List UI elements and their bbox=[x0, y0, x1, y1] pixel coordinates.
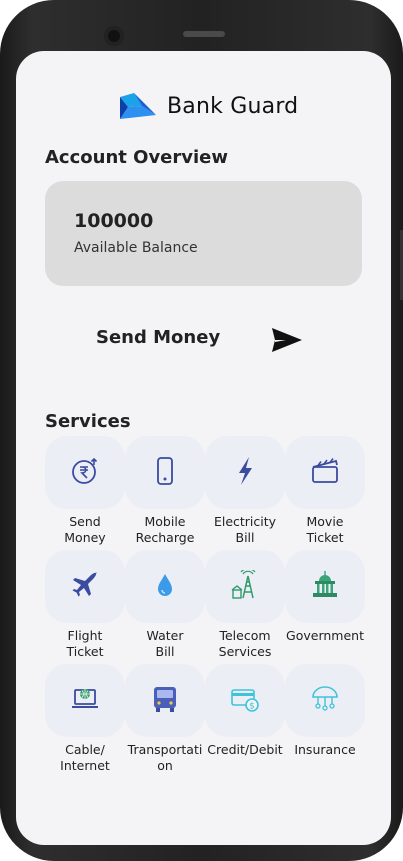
service-water-bill[interactable]: Water Bill bbox=[125, 550, 205, 660]
service-electricity-bill[interactable]: Electricity Bill bbox=[205, 436, 285, 546]
earpiece-speaker bbox=[183, 31, 225, 37]
service-label: Flight Ticket bbox=[66, 628, 104, 659]
service-mobile-recharge[interactable]: Mobile Recharge bbox=[125, 436, 205, 546]
service-telecom-services[interactable]: Telecom Services bbox=[205, 550, 285, 660]
service-label: Cable/ Internet bbox=[60, 742, 110, 773]
service-cable-internet[interactable]: Cable/ Internet bbox=[45, 664, 125, 774]
send-icon[interactable] bbox=[272, 327, 302, 353]
service-label: Electricity Bill bbox=[213, 514, 277, 545]
balance-amount: 100000 bbox=[74, 210, 154, 232]
service-government[interactable]: Government bbox=[285, 550, 365, 660]
service-label: Insurance bbox=[294, 742, 356, 757]
app-screen: Bank Guard Account Overview 100000 Avail… bbox=[16, 51, 391, 845]
service-label: Movie Ticket bbox=[306, 514, 344, 545]
front-camera bbox=[104, 26, 124, 46]
balance-label: Available Balance bbox=[74, 240, 198, 256]
credit-card-icon: $ bbox=[231, 689, 259, 712]
service-label: Mobile Recharge bbox=[135, 514, 195, 545]
airplane-icon bbox=[72, 572, 97, 597]
government-building-icon bbox=[313, 571, 337, 597]
service-transportation[interactable]: Transportati on bbox=[125, 664, 205, 774]
service-label: Credit/Debit bbox=[207, 742, 283, 757]
service-movie-ticket[interactable]: Movie Ticket bbox=[285, 436, 365, 546]
service-label: Water Bill bbox=[146, 628, 184, 659]
smartphone-icon bbox=[157, 457, 173, 485]
telecom-tower-icon bbox=[231, 570, 256, 599]
service-credit-debit[interactable]: $ Credit/Debit bbox=[205, 664, 285, 774]
clapperboard-icon bbox=[312, 458, 338, 483]
service-insurance[interactable]: Insurance bbox=[285, 664, 365, 774]
water-drop-icon bbox=[158, 574, 172, 596]
send-money-label: Send Money bbox=[96, 327, 221, 348]
rupee-transfer-icon bbox=[72, 457, 98, 484]
account-overview-title: Account Overview bbox=[45, 147, 228, 168]
service-send-money[interactable]: Send Money bbox=[45, 436, 125, 546]
service-label: Transportati on bbox=[127, 742, 203, 773]
service-label: Telecom Services bbox=[218, 628, 272, 659]
phone-frame: Bank Guard Account Overview 100000 Avail… bbox=[0, 0, 403, 861]
balance-card: 100000 Available Balance bbox=[45, 181, 362, 286]
lightning-icon bbox=[239, 457, 252, 485]
service-label: Government bbox=[286, 628, 364, 643]
bank-guard-logo-icon bbox=[120, 93, 156, 119]
umbrella-icon bbox=[312, 686, 338, 711]
brand-name: Bank Guard bbox=[167, 93, 299, 119]
service-flight-ticket[interactable]: Flight Ticket bbox=[45, 550, 125, 660]
service-label: Send Money bbox=[64, 514, 106, 545]
svg-text:$: $ bbox=[249, 702, 255, 712]
send-money-button[interactable]: Send Money bbox=[96, 321, 306, 357]
bus-icon bbox=[154, 687, 176, 712]
app-header: Bank Guard bbox=[120, 91, 298, 121]
services-title: Services bbox=[45, 411, 131, 432]
laptop-globe-icon bbox=[72, 689, 98, 708]
